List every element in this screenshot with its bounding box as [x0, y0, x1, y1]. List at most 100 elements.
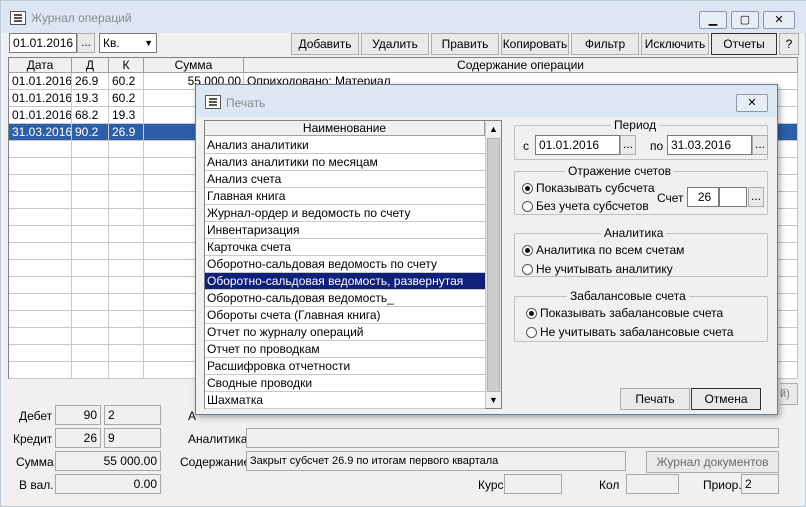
- subaccount-field[interactable]: [719, 187, 747, 207]
- analytics-field[interactable]: [246, 428, 779, 448]
- empty-cell: [9, 158, 72, 175]
- empty-cell: [9, 260, 72, 277]
- report-list-item[interactable]: Оборотно-сальдовая ведомость, развернута…: [205, 273, 485, 290]
- empty-cell: [109, 294, 144, 311]
- scroll-thumb[interactable]: [487, 138, 500, 392]
- edit-button[interactable]: Править: [431, 33, 499, 55]
- empty-cell: [72, 158, 109, 175]
- report-list-item[interactable]: Главная книга: [205, 188, 485, 205]
- quantity-field[interactable]: [626, 474, 679, 494]
- close-icon: ✕: [774, 14, 784, 26]
- period-group: Период с 01.01.2016 ... по 31.03.2016 ..…: [514, 118, 768, 160]
- credit-subaccount-field[interactable]: 9: [104, 428, 161, 448]
- print-dialog: Печать ✕ Наименование Анализ аналитики Ан…: [195, 84, 778, 415]
- empty-cell: [9, 362, 72, 379]
- account-field[interactable]: 26: [687, 187, 719, 207]
- empty-cell: [72, 345, 109, 362]
- period-select[interactable]: Кв. ▼: [99, 33, 157, 53]
- period-from-picker-button[interactable]: ...: [620, 135, 636, 155]
- show-offbalance-label[interactable]: Показывать забалансовые счета: [540, 306, 723, 320]
- report-list-item[interactable]: Карточка счета: [205, 239, 485, 256]
- close-button[interactable]: ✕: [763, 11, 795, 29]
- account-picker-button[interactable]: ...: [748, 187, 764, 207]
- empty-cell: [109, 209, 144, 226]
- exclude-button[interactable]: Исключить: [641, 33, 709, 55]
- currency-field[interactable]: 0.00: [55, 474, 161, 494]
- report-list-item[interactable]: Обороты счета (Главная книга): [205, 307, 485, 324]
- empty-cell: [9, 277, 72, 294]
- reports-button[interactable]: Отчеты: [711, 33, 777, 55]
- scroll-down-icon[interactable]: ▼: [486, 392, 501, 408]
- documents-journal-button[interactable]: Журнал документов: [646, 451, 779, 473]
- hidden-button-edge[interactable]: й): [780, 383, 798, 405]
- accounts-group: Отражение счетов Показывать субсчета Без…: [514, 164, 768, 215]
- show-subaccounts-radio[interactable]: [522, 183, 533, 194]
- report-list-item[interactable]: Анализ аналитики: [205, 137, 485, 154]
- report-list-scrollbar[interactable]: ▲ ▼: [485, 121, 501, 408]
- period-to-field[interactable]: 31.03.2016: [667, 135, 752, 155]
- empty-cell: [9, 311, 72, 328]
- date-picker-button[interactable]: ...: [77, 33, 95, 53]
- report-list-item[interactable]: Анализ счета: [205, 171, 485, 188]
- delete-button[interactable]: Удалить: [361, 33, 429, 55]
- all-analytics-label[interactable]: Аналитика по всем счетам: [536, 243, 684, 257]
- empty-cell: [109, 311, 144, 328]
- date-field[interactable]: 01.01.2016: [9, 33, 77, 53]
- show-offbalance-radio[interactable]: [526, 308, 537, 319]
- empty-cell: [109, 345, 144, 362]
- no-subaccounts-label[interactable]: Без учета субсчетов: [536, 199, 649, 213]
- debit-account-field[interactable]: 90: [55, 405, 101, 425]
- filter-button[interactable]: Фильтр: [571, 33, 639, 55]
- content-field[interactable]: Закрыт субсчет 26.9 по итогам первого кв…: [246, 451, 626, 471]
- report-list-item[interactable]: Оборотно-сальдовая ведомость по счету: [205, 256, 485, 273]
- cell-debit: 26.9: [72, 73, 109, 90]
- minimize-button[interactable]: ▁: [699, 11, 727, 29]
- sum-field[interactable]: 55 000.00: [55, 451, 161, 471]
- cancel-button[interactable]: Отмена: [691, 388, 761, 410]
- empty-cell: [72, 175, 109, 192]
- report-list-item[interactable]: Инвентаризация: [205, 222, 485, 239]
- no-subaccounts-radio[interactable]: [522, 201, 533, 212]
- report-list-item[interactable]: Отчет по проводкам: [205, 341, 485, 358]
- credit-account-field[interactable]: 26: [55, 428, 101, 448]
- scroll-up-icon[interactable]: ▲: [486, 121, 501, 137]
- ignore-analytics-label[interactable]: Не учитывать аналитику: [536, 262, 673, 276]
- ignore-offbalance-radio[interactable]: [526, 327, 537, 338]
- ignore-analytics-radio[interactable]: [522, 264, 533, 275]
- cell-debit: 90.2: [72, 124, 109, 141]
- dialog-title-bar: Печать ✕: [196, 85, 777, 117]
- report-list-item[interactable]: Сводные проводки: [205, 375, 485, 392]
- report-list-item[interactable]: Журнал-ордер и ведомость по счету: [205, 205, 485, 222]
- debit-subaccount-field[interactable]: 2: [104, 405, 161, 425]
- ignore-offbalance-label[interactable]: Не учитывать забалансовые счета: [540, 325, 733, 339]
- priority-field[interactable]: 2: [741, 474, 779, 494]
- period-to-picker-button[interactable]: ...: [752, 135, 768, 155]
- dialog-close-button[interactable]: ✕: [736, 94, 768, 112]
- help-button[interactable]: ?: [779, 33, 799, 55]
- report-list-item[interactable]: Анализ аналитики по месяцам: [205, 154, 485, 171]
- period-from-field[interactable]: 01.01.2016: [535, 135, 620, 155]
- empty-cell: [9, 328, 72, 345]
- column-header-credit[interactable]: К: [109, 58, 144, 73]
- add-button[interactable]: Добавить: [291, 33, 359, 55]
- column-header-debit[interactable]: Д: [72, 58, 109, 73]
- all-analytics-radio[interactable]: [522, 245, 533, 256]
- show-subaccounts-label[interactable]: Показывать субсчета: [536, 181, 655, 195]
- column-header-date[interactable]: Дата: [9, 58, 72, 73]
- maximize-button[interactable]: ▢: [731, 11, 759, 29]
- report-list-header[interactable]: Наименование: [205, 121, 485, 136]
- dialog-title: Печать: [226, 96, 266, 110]
- copy-button[interactable]: Копировать: [501, 33, 569, 55]
- report-list[interactable]: Наименование Анализ аналитики Анализ анал…: [204, 120, 502, 409]
- cell-credit: 26.9: [109, 124, 144, 141]
- report-list-item[interactable]: Оборотно-сальдовая ведомость_: [205, 290, 485, 307]
- content-label: Содержание: [180, 455, 251, 469]
- column-header-sum[interactable]: Сумма: [144, 58, 244, 73]
- report-list-item[interactable]: Отчет по журналу операций: [205, 324, 485, 341]
- accounts-group-title: Отражение счетов: [565, 164, 675, 178]
- rate-field[interactable]: [504, 474, 562, 494]
- report-list-item[interactable]: Шахматка: [205, 392, 485, 409]
- report-list-item[interactable]: Расшифровка отчетности: [205, 358, 485, 375]
- column-header-content[interactable]: Содержание операции: [244, 58, 798, 73]
- print-button[interactable]: Печать: [620, 388, 690, 410]
